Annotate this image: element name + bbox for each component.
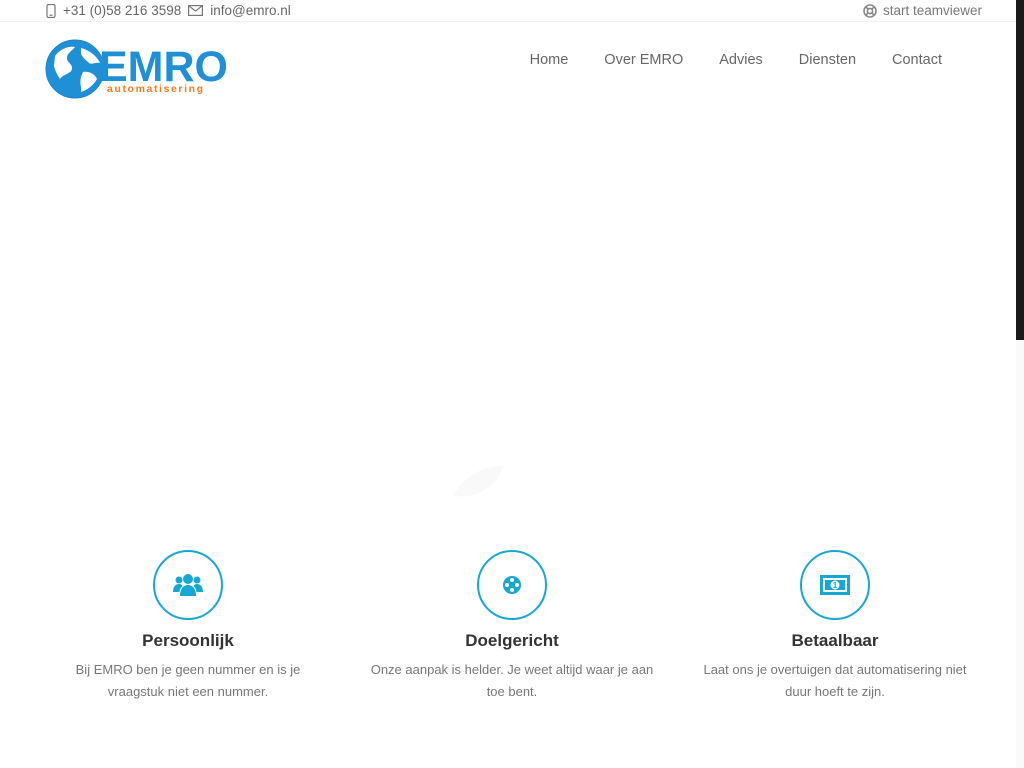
- feature-text: Laat ons je overtuigen dat automatiserin…: [703, 662, 967, 699]
- feature-title: Persoonlijk: [142, 631, 234, 650]
- phone-item[interactable]: +31 (0)58 216 3598: [46, 3, 181, 18]
- main-nav: Home Over EMRO Advies Diensten Contact: [494, 52, 942, 68]
- email-item[interactable]: info@emro.nl: [188, 3, 291, 18]
- envelope-icon: [188, 5, 204, 16]
- nav-item-advies[interactable]: Advies: [719, 52, 763, 68]
- users-icon: [173, 574, 203, 596]
- mobile-phone-icon: [46, 3, 56, 18]
- teamviewer-label: start teamviewer: [882, 3, 982, 18]
- scrollbar-thumb[interactable]: [1016, 0, 1024, 340]
- feature-icon-circle: [153, 550, 223, 620]
- feature-text: Bij EMRO ben je geen nummer en is je vra…: [75, 662, 301, 699]
- teamviewer-link[interactable]: start teamviewer: [863, 3, 982, 18]
- nav-item-over-emro[interactable]: Over EMRO: [604, 52, 683, 68]
- feature-text: Onze aanpak is helder. Je weet altijd wa…: [370, 662, 654, 699]
- logo-subtitle: automatisering: [107, 83, 205, 95]
- faint-leaf-icon: [453, 466, 503, 497]
- svg-text:1: 1: [833, 581, 838, 590]
- feature-title: Betaalbaar: [791, 631, 879, 650]
- feature-icon-circle: [477, 550, 547, 620]
- hero-slider: [0, 101, 1016, 521]
- top-info-bar: +31 (0)58 216 3598 info@emro.nl start te…: [0, 0, 1016, 22]
- feature-title: Doelgericht: [465, 631, 559, 650]
- lifebuoy-icon: [863, 3, 877, 18]
- email-address: info@emro.nl: [210, 3, 291, 18]
- target-icon: [503, 576, 521, 594]
- feature-doelgericht: Doelgericht Onze aanpak is helder. Je we…: [362, 548, 662, 703]
- contact-info: +31 (0)58 216 3598 info@emro.nl: [46, 3, 298, 18]
- page-scrollbar[interactable]: [1016, 0, 1024, 768]
- phone-number: +31 (0)58 216 3598: [63, 3, 182, 18]
- nav-item-contact[interactable]: Contact: [892, 52, 942, 68]
- globe-icon: [45, 39, 105, 99]
- feature-persoonlijk: Persoonlijk Bij EMRO ben je geen nummer …: [38, 548, 338, 703]
- money-icon: 1: [820, 575, 850, 595]
- nav-item-home[interactable]: Home: [530, 52, 569, 68]
- feature-betaalbaar: 1 Betaalbaar Laat ons je overtuigen dat …: [685, 548, 985, 703]
- feature-icon-circle: 1: [800, 550, 870, 620]
- site-logo[interactable]: EMRO automatisering: [45, 38, 255, 100]
- nav-item-diensten[interactable]: Diensten: [799, 52, 856, 68]
